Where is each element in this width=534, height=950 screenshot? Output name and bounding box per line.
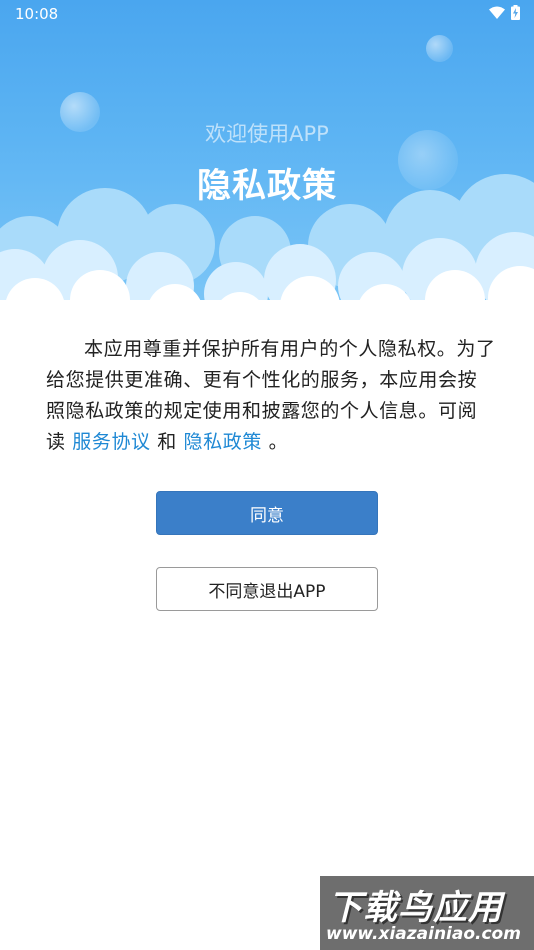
status-icons [489, 5, 520, 24]
description-text-and: 和 [150, 431, 184, 453]
agree-button[interactable]: 同意 [156, 491, 378, 535]
battery-charging-icon [511, 5, 520, 24]
disagree-exit-button[interactable]: 不同意退出APP [156, 567, 378, 611]
clouds-decoration [0, 174, 534, 310]
service-agreement-link[interactable]: 服务协议 [72, 431, 150, 453]
wifi-icon [489, 6, 505, 24]
watermark-url-text: www.xiazainiao.com [326, 924, 521, 944]
header-banner: 欢迎使用APP 隐私政策 [0, 0, 534, 310]
page-title: 隐私政策 [197, 166, 337, 206]
watermark-main-text: 下载鸟应用 [328, 888, 503, 928]
watermark-logo: 下载鸟应用 www.xiazainiao.com [320, 876, 534, 950]
description-text-end: 。 [261, 431, 289, 453]
status-time: 10:08 [15, 5, 59, 23]
welcome-text: 欢迎使用APP [205, 122, 329, 146]
status-bar: 10:08 [0, 0, 534, 28]
privacy-policy-link[interactable]: 隐私政策 [184, 431, 262, 453]
privacy-description: 本应用尊重并保护所有用户的个人隐私权。为了给您提供更准确、更有个性化的服务，本应… [46, 334, 496, 458]
